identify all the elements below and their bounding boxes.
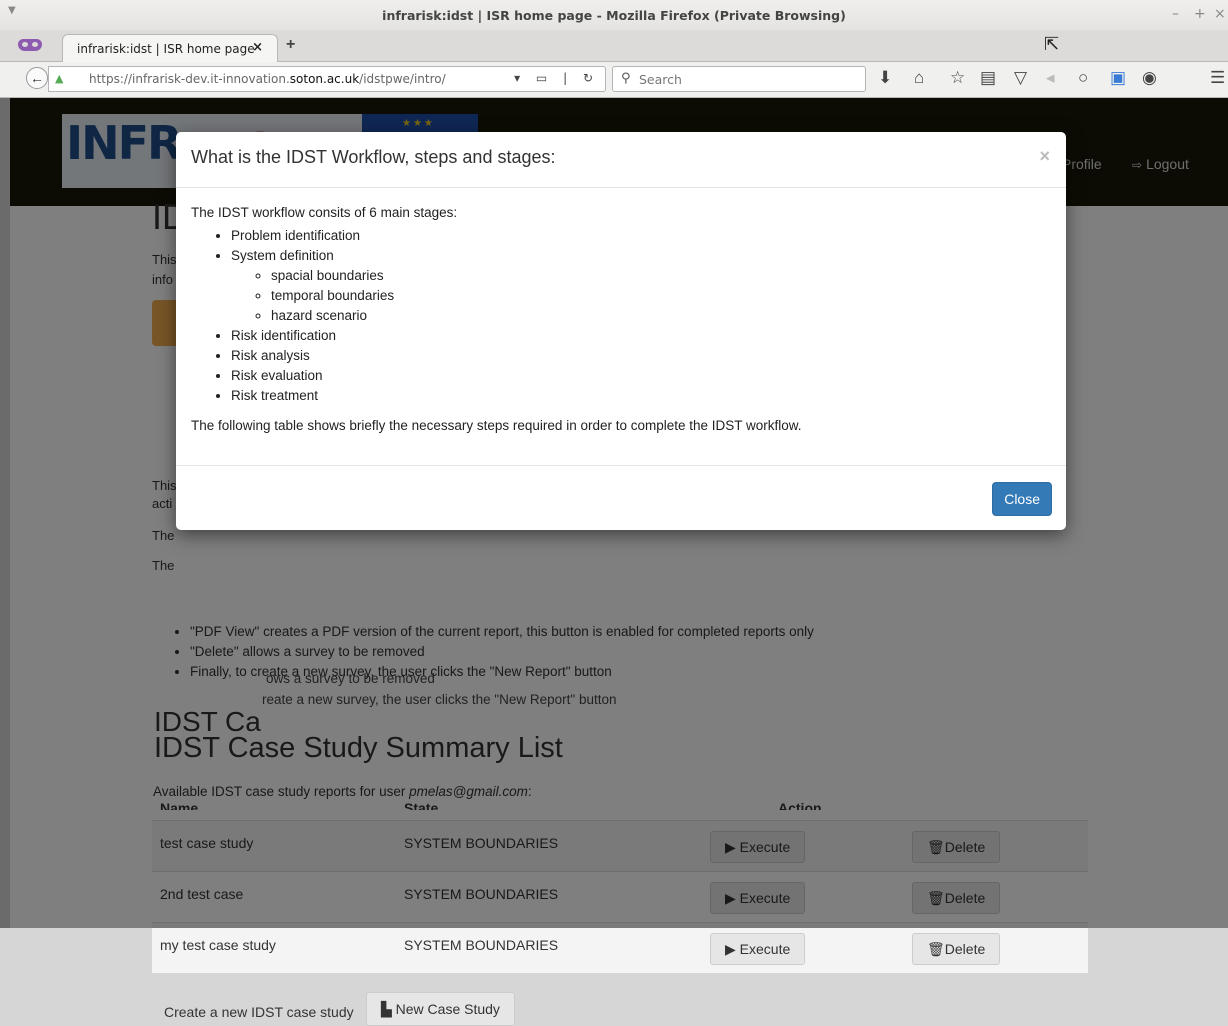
substages-list: spacial boundaries temporal boundaries h… <box>231 266 1051 326</box>
stages-list: Problem identification System definition… <box>191 226 1051 406</box>
window-title: infrarisk:idst | ISR home page - Mozilla… <box>382 8 846 23</box>
modal-header: What is the IDST Workflow, steps and sta… <box>176 132 1066 188</box>
substage-item: temporal boundaries <box>271 286 1051 306</box>
mouse-cursor-icon: ⇱ <box>1044 34 1060 54</box>
hamburger-menu-icon[interactable]: ☰ <box>1210 68 1225 88</box>
delete-button[interactable]: 🗑Delete <box>912 933 1001 965</box>
bookmark-star-icon[interactable]: ☆ <box>950 68 965 88</box>
file-icon: ▙ <box>381 1001 396 1017</box>
pocket-icon[interactable]: ▽ <box>1014 68 1027 88</box>
close-button[interactable]: Close <box>992 482 1052 516</box>
stage-item: Problem identification <box>231 226 1051 246</box>
substage-item: hazard scenario <box>271 306 1051 326</box>
new-tab-button[interactable]: + <box>286 36 295 54</box>
modal-body: The IDST workflow consits of 6 main stag… <box>191 205 1051 433</box>
stage-item: Risk analysis <box>231 346 1051 366</box>
navigation-toolbar: ← ▲ https://infrarisk-dev.it-innovation.… <box>0 62 1228 98</box>
search-placeholder: Search <box>639 72 682 87</box>
workflow-modal: What is the IDST Workflow, steps and sta… <box>176 132 1066 530</box>
maximize-button[interactable]: + <box>1194 6 1206 22</box>
case-name: my test case study <box>160 937 276 953</box>
stage-item: Risk evaluation <box>231 366 1051 386</box>
browser-tab[interactable]: infrarisk:idst | ISR home page × <box>62 34 278 62</box>
account-icon[interactable]: ◉ <box>1142 68 1157 88</box>
modal-intro: The IDST workflow consits of 6 main stag… <box>191 205 458 220</box>
substage-item: spacial boundaries <box>271 266 1051 286</box>
url-text: https://infrarisk-dev.it-innovation.soto… <box>89 72 446 86</box>
modal-outro: The following table shows briefly the ne… <box>191 418 802 433</box>
window-titlebar: ▼ infrarisk:idst | ISR home page - Mozil… <box>0 0 1228 30</box>
url-bar[interactable]: ▲ https://infrarisk-dev.it-innovation.so… <box>48 66 606 92</box>
stage-item: Risk identification <box>231 326 1051 346</box>
tab-title: infrarisk:idst | ISR home page <box>77 42 255 56</box>
search-icon: ⚲ <box>621 71 631 86</box>
stage-item: System definition spacial boundaries tem… <box>231 246 1051 326</box>
modal-footer: Close <box>176 465 1066 530</box>
search-bar[interactable]: ⚲ Search <box>612 66 866 92</box>
execute-button[interactable]: ▶ Execute <box>710 933 806 965</box>
bookmarks-menu-icon[interactable]: ▤ <box>980 68 996 88</box>
minimize-button[interactable]: – <box>1172 6 1179 22</box>
stage-item: Risk treatment <box>231 386 1051 406</box>
url-bar-icons[interactable]: ▾ ▭ | ↻ <box>514 71 599 85</box>
home-icon[interactable]: ⌂ <box>914 68 924 88</box>
site-identity-icon[interactable]: ▲ <box>55 72 63 85</box>
new-case-study-button[interactable]: ▙ New Case Study <box>366 992 515 1026</box>
chat-bubble-icon[interactable]: ○ <box>1078 68 1088 88</box>
play-icon: ▶ <box>725 941 740 957</box>
share-icon[interactable]: ◂ <box>1046 68 1055 88</box>
new-case-label: Create a new IDST case study <box>164 1004 354 1020</box>
downloads-icon[interactable]: ⬇ <box>878 68 892 88</box>
trash-icon: 🗑 <box>927 941 945 957</box>
table-row: my test case study SYSTEM BOUNDARIES ▶ E… <box>152 922 1088 973</box>
translate-icon[interactable]: ▣ <box>1110 68 1126 88</box>
close-window-button[interactable]: × <box>1214 6 1226 22</box>
modal-title: What is the IDST Workflow, steps and sta… <box>191 147 556 167</box>
tab-close-icon[interactable]: × <box>252 40 263 55</box>
back-arrow-icon[interactable]: ← <box>26 67 48 89</box>
case-state: SYSTEM BOUNDARIES <box>404 937 559 953</box>
modal-close-icon[interactable]: × <box>1039 146 1050 167</box>
private-browsing-mask-icon <box>18 39 42 51</box>
